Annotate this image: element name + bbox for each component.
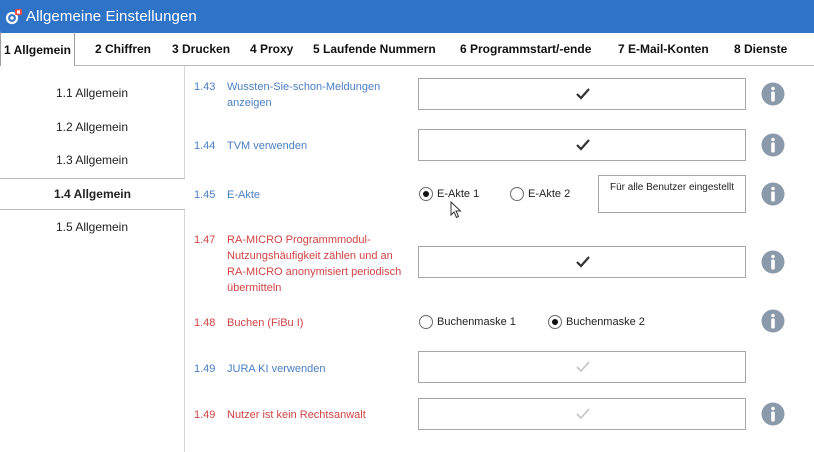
info-icon[interactable]	[761, 250, 785, 274]
tips-checkbox[interactable]	[418, 78, 746, 110]
settings-gear-icon	[5, 9, 22, 25]
all-users-button[interactable]: Für alle Benutzer eingestellt	[598, 175, 746, 213]
tab-laufende-nummern[interactable]: 5 Laufende Nummern	[313, 33, 436, 65]
setting-label-jura-ki: JURA KI verwenden	[227, 363, 326, 375]
jura-ki-checkbox[interactable]	[418, 351, 746, 383]
setting-label-not-lawyer: Nutzer ist kein Rechtsanwalt	[227, 409, 366, 421]
checkmark-faint-icon	[576, 408, 590, 420]
info-icon[interactable]	[761, 182, 785, 206]
info-icon[interactable]	[761, 82, 785, 106]
radio-selected-icon	[419, 187, 433, 201]
sidebar: 1.1 Allgemein 1.2 Allgemein 1.3 Allgemei…	[0, 66, 185, 452]
tab-programmstart-ende[interactable]: 6 Programmstart/-ende	[460, 33, 591, 65]
not-lawyer-checkbox[interactable]	[418, 398, 746, 430]
setting-number: 1.47	[194, 234, 216, 246]
setting-number: 1.43	[194, 81, 216, 93]
radio-unselected-icon	[510, 187, 524, 201]
setting-number: 1.49	[194, 409, 216, 421]
checkmark-icon	[576, 256, 590, 268]
radio-e-akte-2[interactable]: E-Akte 2	[510, 187, 570, 201]
sidebar-item-1-2[interactable]: 1.2 Allgemein	[0, 112, 184, 142]
mouse-cursor-icon	[450, 201, 462, 219]
sidebar-item-1-1[interactable]: 1.1 Allgemein	[0, 78, 184, 108]
setting-label-e-akte: E-Akte	[227, 189, 261, 201]
tab-proxy[interactable]: 4 Proxy	[250, 33, 293, 65]
setting-number: 1.44	[194, 140, 216, 152]
checkmark-faint-icon	[576, 361, 590, 373]
setting-number: 1.48	[194, 317, 216, 329]
radio-unselected-icon	[419, 315, 433, 329]
tab-dienste[interactable]: 8 Dienste	[734, 33, 787, 65]
info-icon[interactable]	[761, 402, 785, 426]
setting-label-buchen: Buchen (FiBu I)	[227, 317, 304, 329]
setting-number: 1.45	[194, 189, 216, 201]
radio-e-akte-1[interactable]: E-Akte 1	[419, 187, 479, 201]
radio-buchenmaske-1[interactable]: Buchenmaske 1	[419, 315, 516, 329]
setting-number: 1.49	[194, 363, 216, 375]
sidebar-item-1-5[interactable]: 1.5 Allgemein	[0, 212, 184, 242]
tab-chiffren[interactable]: 2 Chiffren	[95, 33, 151, 65]
tab-email-konten[interactable]: 7 E-Mail-Konten	[618, 33, 709, 65]
title-bar: Allgemeine Einstellungen	[0, 0, 814, 33]
window-title: Allgemeine Einstellungen	[26, 8, 197, 25]
tab-allgemein[interactable]: 1 Allgemein	[0, 31, 75, 68]
setting-label-usage-stats: RA-MICRO Programmmodul-Nutzungshäufigkei…	[227, 234, 402, 294]
setting-label-tips: Wussten-Sie-schon-Meldungen anzeigen	[227, 81, 381, 109]
tab-drucken[interactable]: 3 Drucken	[172, 33, 230, 65]
tvm-checkbox[interactable]	[418, 129, 746, 161]
sidebar-item-1-4[interactable]: 1.4 Allgemein	[0, 178, 185, 210]
setting-label-tvm: TVM verwenden	[227, 140, 308, 152]
checkmark-icon	[576, 88, 590, 100]
tab-bar: 1 Allgemein 2 Chiffren 3 Drucken 4 Proxy…	[0, 31, 814, 68]
info-icon[interactable]	[761, 133, 785, 157]
sidebar-item-1-3[interactable]: 1.3 Allgemein	[0, 145, 184, 175]
usage-stats-checkbox[interactable]	[418, 246, 746, 278]
radio-selected-icon	[548, 315, 562, 329]
info-icon[interactable]	[761, 309, 785, 333]
checkmark-icon	[576, 139, 590, 151]
radio-buchenmaske-2[interactable]: Buchenmaske 2	[548, 315, 645, 329]
